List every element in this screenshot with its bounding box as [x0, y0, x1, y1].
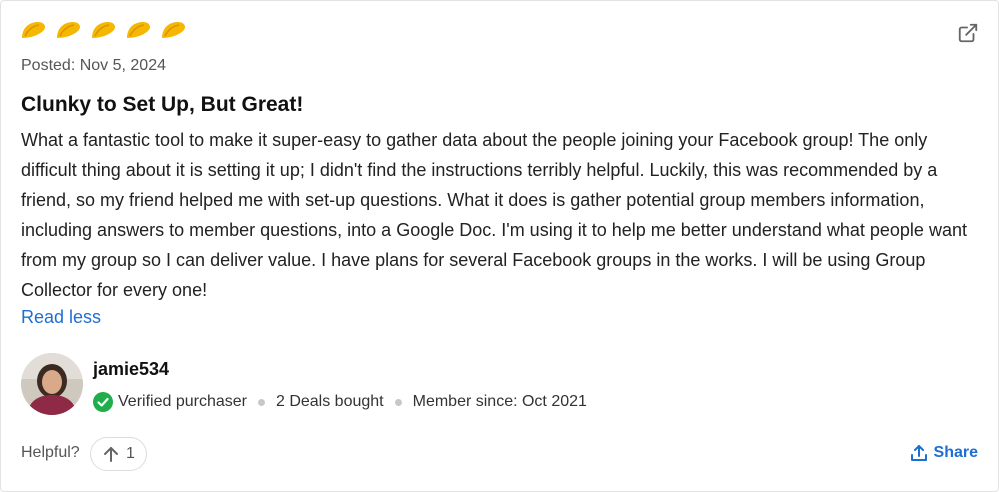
- deals-bought-count: 2 Deals bought: [275, 393, 384, 410]
- avatar: [21, 353, 83, 415]
- reviewer-username[interactable]: jamie534: [93, 359, 169, 380]
- share-icon: [910, 445, 927, 461]
- external-link-icon[interactable]: [957, 22, 979, 44]
- arrow-up-icon: [104, 447, 118, 462]
- share-label: Share: [933, 444, 978, 461]
- review-card: Posted: Nov 5, 2024 Clunky to Set Up, Bu…: [0, 0, 999, 492]
- separator-dot: [257, 398, 265, 406]
- taco-icon: [57, 22, 80, 38]
- separator-dot: [394, 398, 402, 406]
- member-since: Member since: Oct 2021: [412, 393, 587, 410]
- helpful-label: Helpful?: [21, 444, 80, 461]
- posted-date: Posted: Nov 5, 2024: [21, 57, 166, 74]
- review-body: What a fantastic tool to make it super-e…: [21, 130, 967, 300]
- share-button[interactable]: Share: [910, 444, 978, 462]
- check-circle-icon: [93, 392, 113, 412]
- verified-purchaser-label: Verified purchaser: [118, 393, 247, 410]
- taco-rating: [20, 19, 187, 41]
- taco-icon: [127, 22, 150, 38]
- read-less-link[interactable]: Read less: [21, 307, 101, 328]
- reviewer-meta: Verified purchaser 2 Deals bought Member…: [93, 389, 587, 415]
- taco-icon: [92, 22, 115, 38]
- review-title: Clunky to Set Up, But Great!: [21, 93, 304, 116]
- taco-icon: [162, 22, 185, 38]
- upvote-button[interactable]: 1: [90, 437, 147, 471]
- upvote-count: 1: [126, 445, 135, 462]
- taco-icon: [22, 22, 45, 38]
